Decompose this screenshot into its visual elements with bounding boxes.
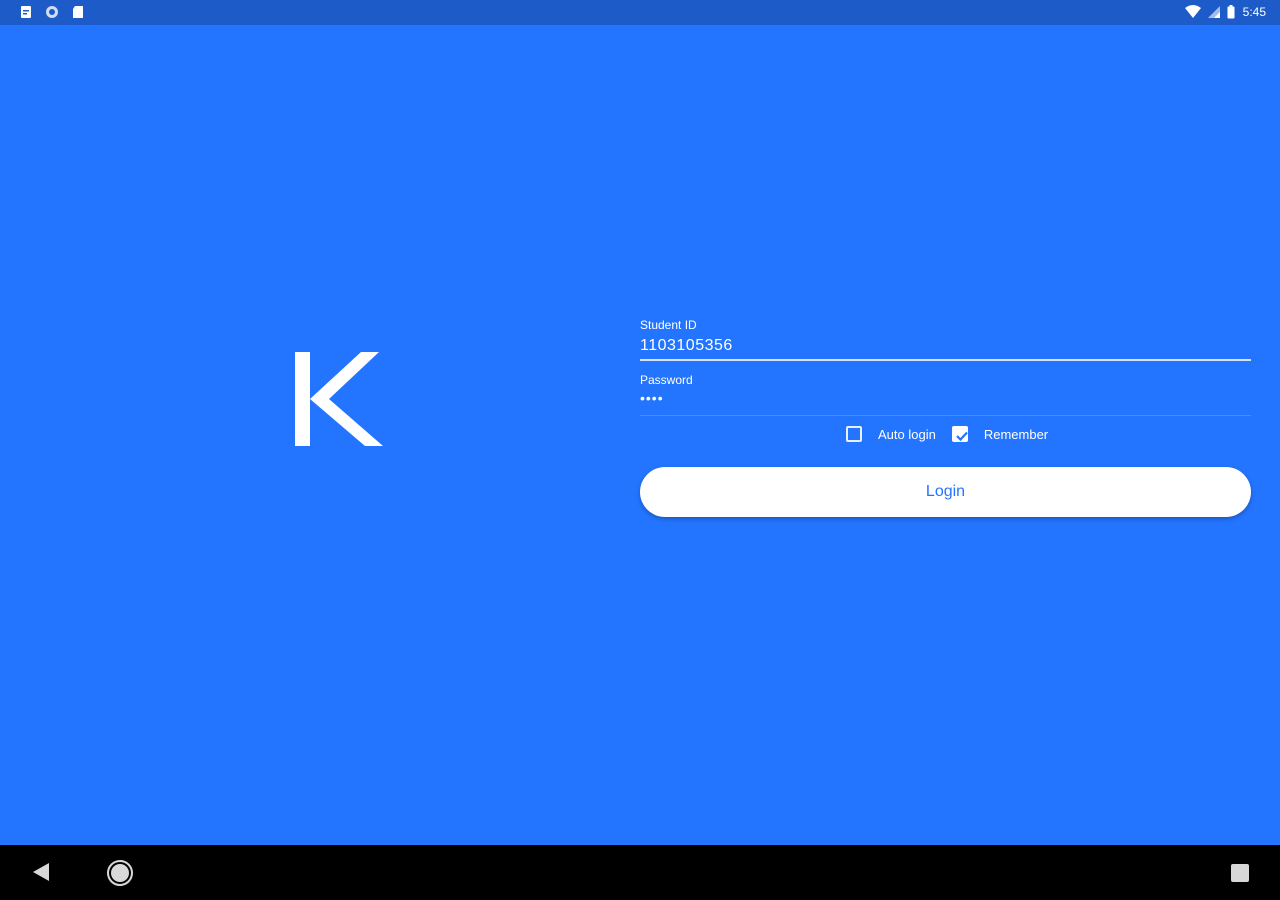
login-screen: [0, 25, 1280, 845]
remember-label[interactable]: Remember: [984, 427, 1048, 442]
notification-doc-icon: [21, 6, 31, 18]
battery-icon: [1227, 5, 1235, 19]
status-right-icons: 5:45: [1184, 5, 1266, 19]
auto-login-label[interactable]: Auto login: [878, 427, 936, 442]
recents-icon[interactable]: [1230, 863, 1250, 883]
password-input[interactable]: ••••: [640, 389, 1251, 407]
remember-checkbox[interactable]: [951, 426, 968, 442]
wifi-icon: [1184, 5, 1201, 18]
auto-login-checkbox[interactable]: [846, 426, 862, 442]
sd-card-icon: [73, 6, 83, 18]
navigation-bar: [0, 845, 1280, 900]
status-bar: 5:45: [0, 0, 1280, 25]
app-logo: [295, 352, 383, 446]
settings-circle-icon: [46, 6, 58, 18]
login-options: Auto login Remember: [846, 426, 1064, 442]
login-form: Student ID 1103105356 Password ••••: [640, 290, 1251, 416]
status-clock: 5:45: [1242, 5, 1266, 19]
status-left-icons: [19, 5, 85, 19]
student-id-field[interactable]: Student ID 1103105356: [640, 318, 1251, 361]
student-id-underline: [640, 359, 1251, 361]
password-field[interactable]: Password ••••: [640, 373, 1251, 416]
login-button[interactable]: Login: [640, 467, 1251, 517]
password-label: Password: [640, 373, 693, 387]
signal-icon: [1207, 6, 1220, 18]
home-icon[interactable]: [106, 859, 134, 887]
check-icon: [956, 431, 968, 442]
back-icon[interactable]: [31, 862, 51, 882]
password-underline: [640, 415, 1251, 416]
student-id-input[interactable]: 1103105356: [640, 336, 1251, 356]
student-id-label: Student ID: [640, 318, 697, 332]
